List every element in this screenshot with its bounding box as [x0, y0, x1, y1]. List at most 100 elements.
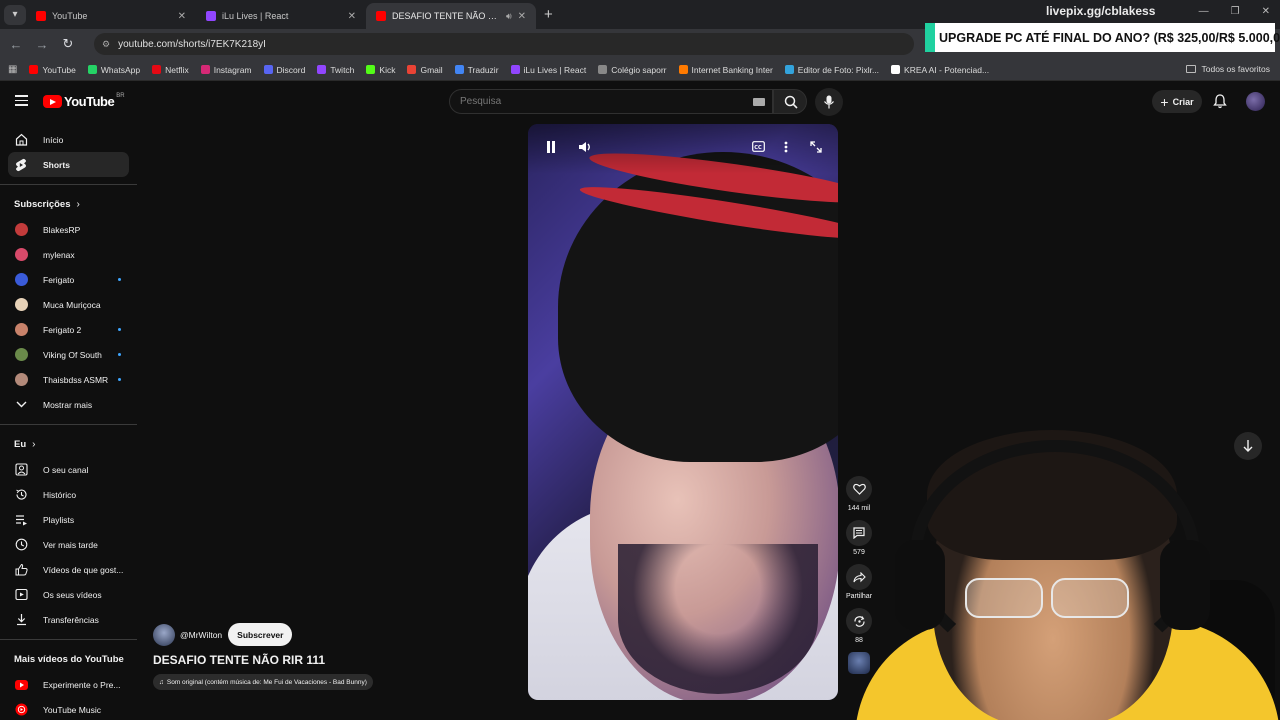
- tab-shorts-active[interactable]: DESAFIO TENTE NÃO RIR 111 🔊︎ ✕: [366, 3, 536, 29]
- create-label: Criar: [1172, 96, 1194, 107]
- sidebar-item-clock[interactable]: Ver mais tarde: [8, 532, 129, 557]
- sidebar-item-download[interactable]: Transferências: [8, 607, 129, 632]
- bookmark-label: Instagram: [213, 64, 252, 75]
- close-icon[interactable]: ✕: [518, 11, 526, 22]
- restore-icon[interactable]: ❐: [1231, 6, 1240, 17]
- new-tab-icon[interactable]: +: [544, 6, 553, 23]
- all-bookmarks[interactable]: Todos os favoritos: [1186, 64, 1270, 74]
- bookmark-item[interactable]: iLu Lives | React: [510, 65, 586, 75]
- search-button[interactable]: [773, 89, 807, 114]
- player-controls: CC: [528, 124, 838, 174]
- short-title[interactable]: DESAFIO TENTE NÃO RIR 111: [153, 653, 325, 667]
- site-info-icon[interactable]: ⚙: [102, 39, 110, 50]
- keyboard-icon[interactable]: [753, 98, 765, 106]
- bookmark-item[interactable]: Discord: [263, 64, 306, 75]
- notifications-bell-icon[interactable]: [1213, 94, 1227, 114]
- subscriptions-header[interactable]: Subscrições ›: [0, 192, 137, 217]
- pause-icon[interactable]: [546, 141, 556, 156]
- sidebar-item-thumbs-up[interactable]: Vídeos de que gost...: [8, 557, 129, 582]
- more-options-icon[interactable]: [784, 141, 788, 156]
- sidebar-item-label: mylenax: [43, 249, 75, 260]
- sidebar-subscription-item[interactable]: BlakesRP: [8, 217, 129, 242]
- bookmark-item[interactable]: WhatsApp: [87, 65, 140, 75]
- sidebar-item-youtube-service[interactable]: YouTube Music: [8, 697, 129, 720]
- tab-youtube[interactable]: YouTube ✕: [26, 3, 196, 29]
- sidebar-item-shorts[interactable]: Shorts: [8, 152, 129, 177]
- bookmark-list: YouTube WhatsApp Netflix Instagram Discord Tw…: [29, 65, 1001, 75]
- bookmark-item[interactable]: Twitch: [317, 65, 354, 75]
- sidebar-subscription-item[interactable]: Thaisbdss ASMR: [8, 367, 129, 392]
- minimize-icon[interactable]: —: [1199, 6, 1209, 17]
- sidebar-subscription-item[interactable]: Muca Muriçoca: [8, 292, 129, 317]
- music-attribution[interactable]: ♫ Som original (contém música de: Me Fui…: [153, 674, 373, 690]
- apps-grid-icon[interactable]: ▦: [8, 64, 17, 75]
- thumbs-up-icon: [14, 563, 28, 577]
- sidebar-subscription-item[interactable]: Ferigato 2: [8, 317, 129, 342]
- show-more-button[interactable]: Mostrar mais: [8, 392, 129, 417]
- section-title: Subscrições: [14, 199, 71, 210]
- bookmark-item[interactable]: Gmail: [407, 65, 443, 75]
- sidebar-item-label: Shorts: [43, 159, 70, 170]
- search-icon: [784, 95, 798, 109]
- youtube-favicon-icon: [376, 11, 386, 21]
- clock-icon: [14, 538, 28, 552]
- bookmark-item[interactable]: Colégio saporr: [598, 65, 667, 75]
- bookmark-item[interactable]: Internet Banking Inter: [678, 65, 773, 75]
- sidebar-subscription-item[interactable]: Viking Of South: [8, 342, 129, 367]
- voice-search-button[interactable]: [815, 88, 843, 116]
- bookmark-item[interactable]: Editor de Foto: Pixlr...: [784, 65, 879, 75]
- tab-title: iLu Lives | React: [222, 11, 289, 21]
- you-header[interactable]: Eu ›: [0, 432, 137, 457]
- sidebar-item-channel[interactable]: O seu canal: [8, 457, 129, 482]
- sidebar-item-youtube-service[interactable]: Experimente o Pre...: [8, 672, 129, 697]
- close-icon[interactable]: ✕: [178, 11, 186, 22]
- address-bar[interactable]: ⚙ youtube.com/shorts/i7EK7K218yI: [94, 33, 914, 55]
- channel-name[interactable]: @MrWilton: [180, 630, 222, 640]
- sidebar-item-history[interactable]: Histórico: [8, 482, 129, 507]
- bookmark-label: Discord: [276, 64, 306, 75]
- bookmark-item[interactable]: Kick: [366, 65, 395, 75]
- menu-icon[interactable]: [15, 95, 28, 109]
- captions-icon[interactable]: CC: [752, 141, 765, 155]
- sidebar-item-home[interactable]: Início: [8, 127, 129, 152]
- youtube-logo[interactable]: YouTube BR: [43, 92, 125, 109]
- bookmark-item[interactable]: Instagram: [200, 64, 252, 75]
- volume-icon[interactable]: [578, 141, 592, 156]
- section-title: Eu: [14, 439, 27, 450]
- stream-overlay-link: livepix.gg/cblakess: [1046, 4, 1156, 18]
- back-icon[interactable]: ←: [4, 37, 28, 52]
- tab-ilu-lives[interactable]: iLu Lives | React ✕: [196, 3, 366, 29]
- live-dot-icon: [118, 278, 121, 281]
- bookmark-favicon-icon: [454, 65, 464, 74]
- sidebar-subscription-item[interactable]: mylenax: [8, 242, 129, 267]
- sidebar-item-video[interactable]: Os seus vídeos: [8, 582, 129, 607]
- shorts-video-player[interactable]: CC: [528, 124, 838, 700]
- search-input[interactable]: Pesquisa: [449, 89, 773, 114]
- tab-search-icon[interactable]: ▾: [4, 4, 26, 25]
- account-avatar[interactable]: [1246, 92, 1265, 111]
- channel-avatar: [14, 373, 28, 387]
- channel-avatar: [14, 248, 28, 262]
- music-note-icon: ♫: [159, 678, 164, 686]
- channel-avatar: [14, 223, 28, 237]
- create-button[interactable]: + Criar: [1152, 90, 1202, 113]
- subscribe-button[interactable]: Subscrever: [228, 623, 293, 646]
- sidebar-subscription-item[interactable]: Ferigato: [8, 267, 129, 292]
- tab-title: YouTube: [52, 11, 88, 21]
- bookmark-item[interactable]: Traduzir: [454, 65, 499, 75]
- close-window-icon[interactable]: ✕: [1262, 6, 1270, 17]
- music-label: Som original (contém música de: Me Fui d…: [166, 678, 367, 686]
- channel-avatar[interactable]: [153, 623, 175, 646]
- youtube-favicon-icon: [36, 11, 46, 21]
- sidebar-item-playlist[interactable]: Playlists: [8, 507, 129, 532]
- bookmark-item[interactable]: YouTube: [29, 65, 76, 75]
- bookmark-item[interactable]: KREA AI - Potenciad...: [891, 65, 989, 75]
- logo-country-code: BR: [116, 92, 125, 99]
- fullscreen-icon[interactable]: [810, 141, 822, 156]
- sidebar-item-label: Os seus vídeos: [43, 589, 102, 600]
- close-icon[interactable]: ✕: [348, 11, 356, 22]
- speaker-icon[interactable]: 🔊︎: [506, 11, 512, 22]
- bookmark-item[interactable]: Netflix: [152, 65, 189, 75]
- reload-icon[interactable]: ↻: [56, 36, 80, 52]
- forward-icon[interactable]: →: [30, 37, 54, 52]
